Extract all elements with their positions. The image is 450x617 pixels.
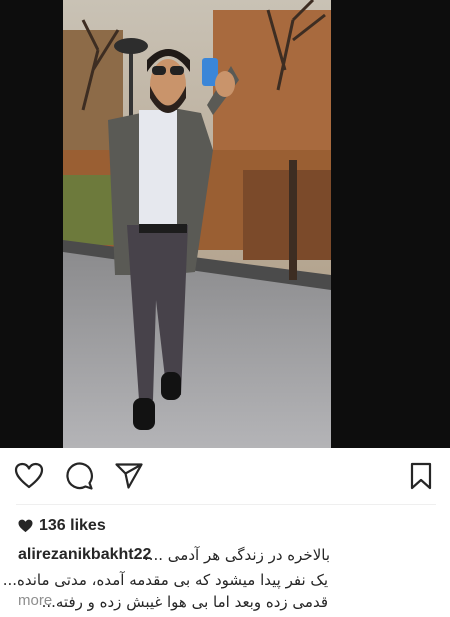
heart-filled-icon xyxy=(18,519,33,533)
photo-scene xyxy=(63,0,331,448)
paper-plane-icon xyxy=(115,463,143,489)
like-button[interactable] xyxy=(14,461,44,491)
likes-label: 136 likes xyxy=(39,517,106,534)
post-author-username[interactable]: alirezanikbakht22 xyxy=(18,545,151,565)
post-photo[interactable] xyxy=(63,0,331,448)
caption-line: یک نفر پیدا میشود که بی مقدمه آمده، مدتی… xyxy=(2,571,328,589)
bookmark-icon xyxy=(410,462,432,490)
caption-line: قدمی زده وبعد اما بی هوا غیبش زده و رفته… xyxy=(41,593,328,611)
divider xyxy=(16,504,436,505)
likes-count[interactable]: 136 likes xyxy=(18,516,106,536)
save-button[interactable] xyxy=(406,461,436,491)
more-link[interactable]: more xyxy=(18,591,52,611)
post-media-area xyxy=(0,0,450,448)
caption-line: بالاخره در زندگی هر آدمی ...، xyxy=(143,546,330,564)
comment-bubble-icon xyxy=(66,462,93,490)
share-button[interactable] xyxy=(114,461,144,491)
comment-button[interactable] xyxy=(64,461,94,491)
post-actions-bar xyxy=(0,449,450,501)
heart-outline-icon xyxy=(14,462,44,489)
